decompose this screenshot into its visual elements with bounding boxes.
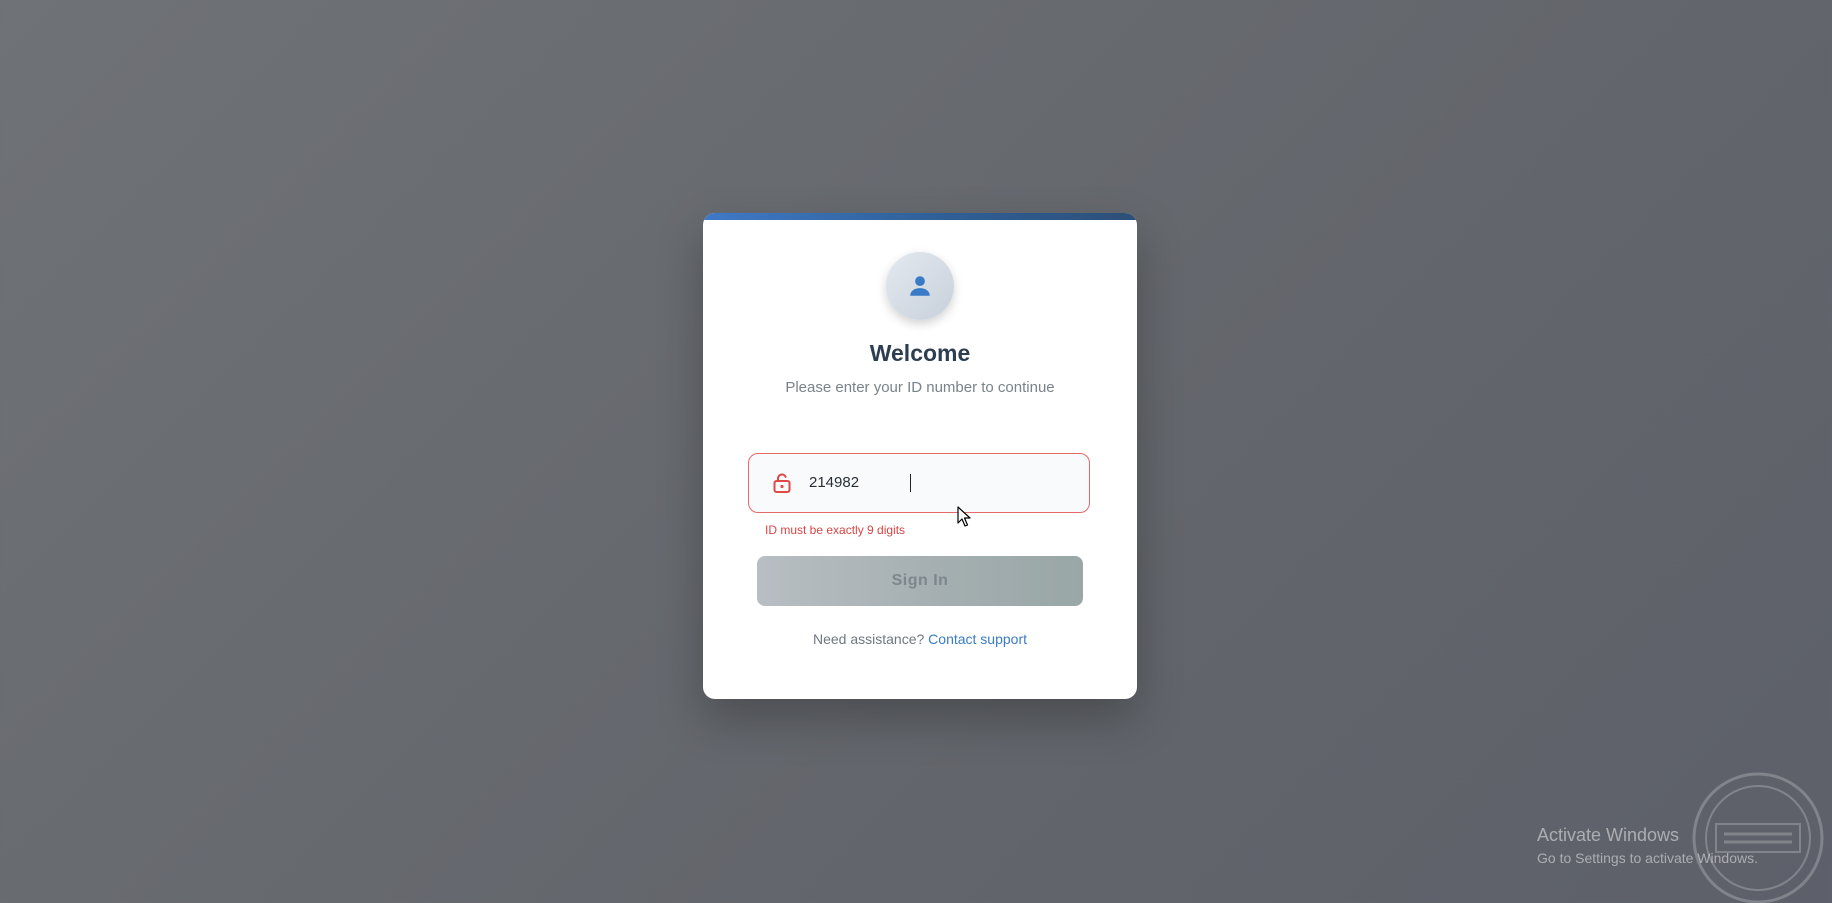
help-line: Need assistance? Contact support [703, 631, 1137, 647]
sign-in-button[interactable]: Sign In [757, 556, 1083, 606]
help-text: Need assistance? [812, 631, 925, 647]
text-caret [910, 474, 911, 492]
id-field-container[interactable] [748, 453, 1090, 513]
card-accent-bar [703, 213, 1137, 220]
login-card: Welcome Please enter your ID number to c… [703, 213, 1137, 699]
id-number-input[interactable] [809, 454, 1079, 511]
unlocked-padlock-icon [773, 473, 791, 493]
contact-support-link[interactable]: Contact support [928, 631, 1027, 647]
user-avatar [886, 252, 954, 320]
stamp-watermark [1692, 772, 1824, 903]
user-icon [910, 276, 930, 296]
page-title: Welcome [869, 340, 971, 366]
mouse-pointer-icon [957, 506, 971, 527]
page-subtitle: Please enter your ID number to continue [785, 379, 1055, 396]
validation-error: ID must be exactly 9 digits [765, 523, 906, 537]
